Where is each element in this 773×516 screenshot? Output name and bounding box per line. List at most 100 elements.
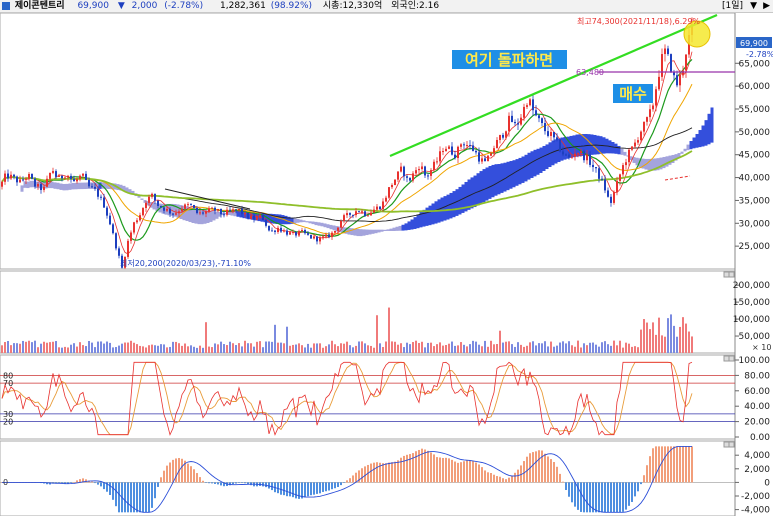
macd-bar bbox=[319, 482, 321, 494]
candle-body bbox=[631, 146, 633, 150]
volume-bar bbox=[70, 344, 72, 353]
candle-body bbox=[217, 209, 219, 211]
cloud-band bbox=[293, 218, 297, 224]
stock-name[interactable]: 제이콘텐트리 bbox=[15, 0, 65, 12]
volume-bar bbox=[640, 329, 642, 353]
cloud-band bbox=[377, 229, 381, 233]
volume-bar bbox=[16, 343, 18, 353]
candle-body bbox=[55, 171, 57, 177]
candle-body bbox=[268, 225, 270, 231]
candle-body bbox=[298, 231, 300, 236]
volume-panel-close[interactable] bbox=[728, 271, 735, 278]
volume-bar bbox=[421, 341, 423, 353]
volume-panel-toggle[interactable] bbox=[723, 271, 730, 278]
macd-bar bbox=[436, 457, 438, 483]
candle-body bbox=[580, 151, 582, 154]
volume-bar bbox=[565, 343, 567, 353]
volume-bar bbox=[352, 347, 354, 353]
volume-bar bbox=[235, 345, 237, 353]
chart-canvas[interactable]: 65,000 60,000 55,000 50,000 45,000 40,000 35,0… bbox=[0, 13, 773, 516]
candle-body bbox=[148, 196, 150, 203]
volume-bar bbox=[346, 341, 348, 353]
candle-body bbox=[94, 186, 96, 189]
candle-body bbox=[541, 118, 543, 124]
cloud-band bbox=[470, 177, 474, 209]
macd-bar bbox=[295, 482, 297, 499]
macd-bar bbox=[580, 482, 582, 512]
scroll-right-button[interactable]: ▶ bbox=[763, 0, 770, 12]
macd-panel-close[interactable] bbox=[728, 441, 735, 448]
volume-bar bbox=[31, 342, 33, 353]
candle-body bbox=[289, 232, 291, 235]
volume-bar bbox=[265, 341, 267, 353]
macd-bar bbox=[538, 450, 540, 483]
volume-bar bbox=[502, 342, 504, 353]
macd-bar bbox=[610, 482, 612, 513]
volume-bar bbox=[457, 345, 459, 353]
breakout-label: 여기 돌파하면 bbox=[465, 51, 553, 69]
macd-bar bbox=[535, 451, 537, 483]
price-tick-label: 60,000 bbox=[739, 82, 771, 92]
cloud-band bbox=[494, 164, 498, 196]
candle-body bbox=[400, 166, 402, 172]
macd-bar bbox=[409, 454, 411, 483]
volume-bar bbox=[301, 345, 303, 353]
volume-bar bbox=[379, 343, 381, 353]
macd-bar bbox=[670, 446, 672, 483]
candle-body bbox=[250, 215, 252, 219]
cloud-band bbox=[689, 141, 693, 150]
candle-body bbox=[283, 230, 285, 232]
macd-bar bbox=[508, 477, 510, 483]
candle-body bbox=[379, 206, 381, 210]
macd-bar bbox=[202, 480, 204, 483]
cloud-band bbox=[479, 171, 483, 204]
candle-body bbox=[139, 215, 141, 221]
macd-panel-toggle[interactable] bbox=[723, 441, 730, 448]
volume-bar bbox=[319, 343, 321, 353]
cloud-band bbox=[413, 217, 417, 229]
period-selector[interactable]: [1일] bbox=[722, 0, 743, 12]
candle-body bbox=[544, 123, 546, 132]
candle-body bbox=[619, 174, 621, 181]
cloud-band bbox=[59, 183, 63, 190]
candle-body bbox=[505, 131, 507, 138]
cloud-band bbox=[296, 218, 300, 223]
macd-bar bbox=[415, 451, 417, 483]
scroll-down-button[interactable]: ▼ bbox=[750, 0, 757, 12]
candle-body bbox=[340, 220, 342, 228]
cloud-band bbox=[473, 175, 477, 208]
candle-body bbox=[67, 175, 69, 178]
cloud-band bbox=[365, 229, 369, 236]
cloud-band bbox=[542, 145, 546, 171]
candle-body bbox=[229, 209, 231, 211]
macd-bar bbox=[463, 461, 465, 483]
candle-body bbox=[517, 123, 519, 125]
macd-bar bbox=[541, 450, 543, 483]
cloud-band bbox=[431, 203, 435, 225]
volume-bar bbox=[364, 343, 366, 353]
candle-body bbox=[370, 212, 372, 216]
cloud-band bbox=[308, 221, 312, 224]
rsi-panel-close[interactable] bbox=[728, 355, 735, 362]
macd-bar bbox=[148, 482, 150, 513]
macd-bar bbox=[370, 463, 372, 483]
cloud-band bbox=[443, 196, 447, 221]
candle-body bbox=[85, 173, 87, 181]
candle-body bbox=[583, 151, 585, 161]
rsi-panel-toggle[interactable] bbox=[723, 355, 730, 362]
macd-tick-label: -2,000 bbox=[741, 492, 770, 502]
volume-bar bbox=[463, 344, 465, 353]
volume-bar bbox=[124, 342, 126, 353]
cloud-band bbox=[476, 173, 480, 206]
volume-bar bbox=[7, 340, 9, 353]
price-tick-label: 55,000 bbox=[739, 105, 771, 115]
volume-bar bbox=[52, 341, 54, 353]
candle-body bbox=[532, 99, 534, 111]
macd-bar bbox=[460, 462, 462, 483]
volume-bar bbox=[373, 347, 375, 353]
macd-bar bbox=[190, 466, 192, 483]
macd-bar bbox=[637, 482, 639, 492]
macd-bar bbox=[655, 446, 657, 483]
candle-body bbox=[136, 220, 138, 223]
candle-body bbox=[457, 146, 459, 159]
